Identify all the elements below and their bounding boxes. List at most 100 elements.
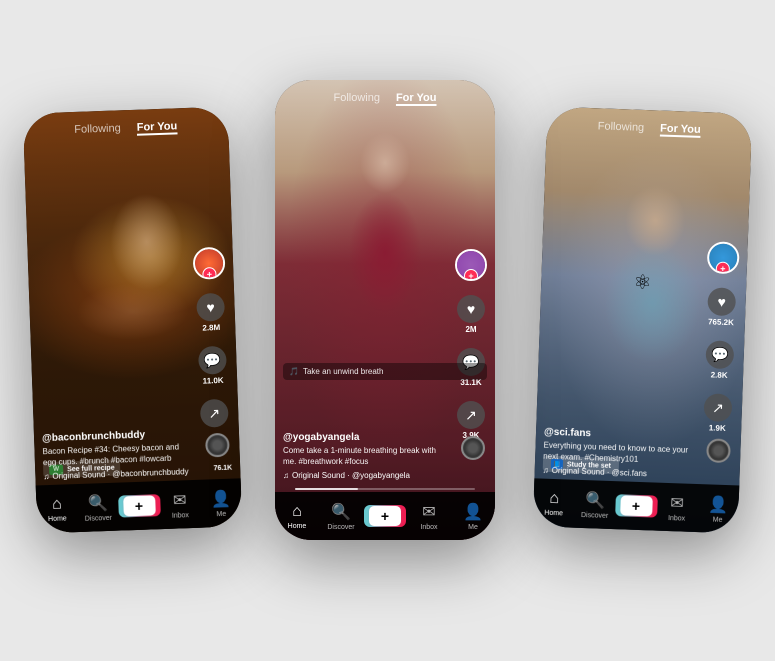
nav-home-center[interactable]: ⌂ Home [275, 503, 319, 530]
add-button-left[interactable]: + [121, 494, 158, 517]
me-icon-left: 👤 [210, 488, 231, 509]
phones-container: Following For You + ♥ 2.8M 💬 11.0K [0, 0, 775, 661]
share-icon-right[interactable]: ↗ [704, 393, 733, 422]
avatar-item-right[interactable]: + [707, 241, 740, 274]
like-count-left: 2.8M [202, 323, 220, 333]
inbox-label-center: Inbox [420, 524, 437, 531]
side-actions-right: + ♥ 765.2K 💬 2.8K ↗ 1.9K [701, 241, 740, 433]
followers-count-left: 76.1K [213, 465, 232, 473]
side-actions-left: + ♥ 2.8M 💬 11.0K ↗ [193, 247, 231, 428]
like-icon-left[interactable]: ♥ [196, 293, 225, 322]
person-yoga [308, 103, 462, 402]
progress-bar-center [295, 488, 475, 490]
person-food [45, 170, 217, 407]
phone-center: Following For You + ♥ 2M 💬 31.1K [275, 80, 495, 540]
description-right: Everything you need to know to ace your … [543, 441, 693, 467]
caption-box-center: 🎵 Take an unwind breath [283, 363, 487, 380]
avatar-right[interactable]: + [707, 241, 740, 274]
nav-home-right[interactable]: ⌂ Home [533, 489, 575, 517]
nav-top-center: Following For You [275, 92, 495, 104]
nav-me-left[interactable]: 👤 Me [200, 488, 242, 518]
me-label-right: Me [713, 516, 723, 523]
nav-me-right[interactable]: 👤 Me [697, 494, 739, 524]
nav-discover-left[interactable]: 🔍 Discover [77, 492, 119, 522]
sound-row-center: ♫ Original Sound · @yogabyangela [283, 471, 447, 480]
nav-home-left[interactable]: ⌂ Home [36, 495, 78, 523]
progress-fill-center [295, 488, 358, 490]
me-icon-right: 👤 [708, 494, 729, 515]
inbox-icon-right: ✉ [670, 493, 684, 513]
comment-item-left[interactable]: 💬 11.0K [198, 346, 227, 386]
share-item-right[interactable]: ↗ 1.9K [703, 393, 732, 433]
caption-text-center: Take an unwind breath [303, 367, 384, 376]
comment-icon-right[interactable]: 💬 [705, 340, 734, 369]
avatar-center[interactable]: + [455, 249, 487, 281]
comment-count-left: 11.0K [203, 376, 224, 386]
music-icon-left: ♫ [43, 472, 49, 481]
share-icon-center[interactable]: ↗ [457, 401, 485, 429]
inbox-label-left: Inbox [172, 512, 189, 520]
spinning-record-center [461, 436, 485, 460]
avatar-plus-center: + [464, 269, 478, 281]
nav-add-right[interactable]: + [615, 494, 657, 517]
inbox-icon-left: ✉ [173, 490, 187, 510]
home-label-left: Home [48, 515, 67, 523]
bottom-info-left: @baconbrunchbuddy Bacon Recipe #34: Chee… [42, 428, 193, 481]
share-count-right: 1.9K [709, 423, 726, 433]
add-button-center[interactable]: + [367, 505, 403, 527]
share-item-left[interactable]: ↗ [200, 399, 229, 428]
nav-following-left[interactable]: Following [74, 122, 121, 136]
nav-add-left[interactable]: + [118, 494, 160, 517]
nav-foryou-left[interactable]: For You [137, 120, 178, 133]
comment-item-right[interactable]: 💬 2.8K [705, 340, 734, 380]
like-icon-center[interactable]: ♥ [457, 295, 485, 323]
nav-foryou-right[interactable]: For You [660, 123, 701, 136]
music-icon-center: ♫ [283, 471, 289, 480]
nav-following-center[interactable]: Following [333, 92, 379, 104]
phone-right-screen: ⚛ Following For You + ♥ 765.2K [533, 107, 753, 534]
home-label-right: Home [544, 509, 563, 517]
discover-icon-right: 🔍 [585, 490, 606, 511]
nav-inbox-left[interactable]: ✉ Inbox [159, 489, 201, 519]
discover-label-center: Discover [327, 524, 354, 531]
nav-inbox-center[interactable]: ✉ Inbox [407, 502, 451, 531]
like-item-left[interactable]: ♥ 2.8M [196, 293, 225, 333]
share-item-center[interactable]: ↗ 3.9K [457, 401, 485, 440]
bottom-nav-center: ⌂ Home 🔍 Discover + ✉ Inbox 👤 [275, 492, 495, 540]
nav-discover-center[interactable]: 🔍 Discover [319, 502, 363, 531]
discover-icon-center: 🔍 [331, 502, 351, 522]
phone-left-screen: Following For You + ♥ 2.8M 💬 11.0K [23, 107, 243, 534]
like-icon-right[interactable]: ♥ [707, 287, 736, 316]
home-icon-center: ⌂ [292, 503, 302, 521]
avatar-plus-left: + [202, 267, 216, 280]
nav-discover-right[interactable]: 🔍 Discover [574, 489, 616, 519]
caption-icon-center: 🎵 [289, 367, 299, 376]
nav-foryou-center[interactable]: For You [396, 92, 437, 104]
inbox-icon-center: ✉ [422, 502, 435, 522]
add-button-right[interactable]: + [618, 494, 655, 517]
nav-add-center[interactable]: + [363, 505, 407, 527]
discover-label-right: Discover [581, 511, 608, 519]
me-label-left: Me [216, 510, 226, 517]
nav-following-right[interactable]: Following [598, 120, 645, 134]
comment-icon-left[interactable]: 💬 [198, 346, 227, 375]
like-item-center[interactable]: ♥ 2M [457, 295, 485, 334]
bottom-info-center: @yogabyangela Come take a 1-minute breat… [283, 432, 447, 480]
avatar-item-left[interactable]: + [193, 247, 226, 280]
share-icon-left[interactable]: ↗ [200, 399, 229, 428]
sound-text-center: Original Sound · @yogabyangela [292, 471, 410, 480]
nav-me-center[interactable]: 👤 Me [451, 502, 495, 531]
like-item-right[interactable]: ♥ 765.2K [707, 287, 736, 327]
me-label-center: Me [468, 524, 478, 531]
avatar-left[interactable]: + [193, 247, 226, 280]
add-btn-inner-right: + [620, 495, 653, 516]
comment-count-right: 2.8K [711, 370, 728, 380]
add-btn-inner-left: + [123, 495, 156, 516]
nav-inbox-right[interactable]: ✉ Inbox [656, 492, 698, 522]
side-actions-center: + ♥ 2M 💬 31.1K ↗ 3.9K [455, 249, 487, 440]
phone-right: ⚛ Following For You + ♥ 765.2K [533, 107, 753, 534]
description-left: Bacon Recipe #34: Cheesy bacon and egg c… [42, 442, 192, 468]
phone-left: Following For You + ♥ 2.8M 💬 11.0K [23, 107, 243, 534]
avatar-item-center[interactable]: + [455, 249, 487, 281]
inbox-label-right: Inbox [668, 515, 685, 523]
